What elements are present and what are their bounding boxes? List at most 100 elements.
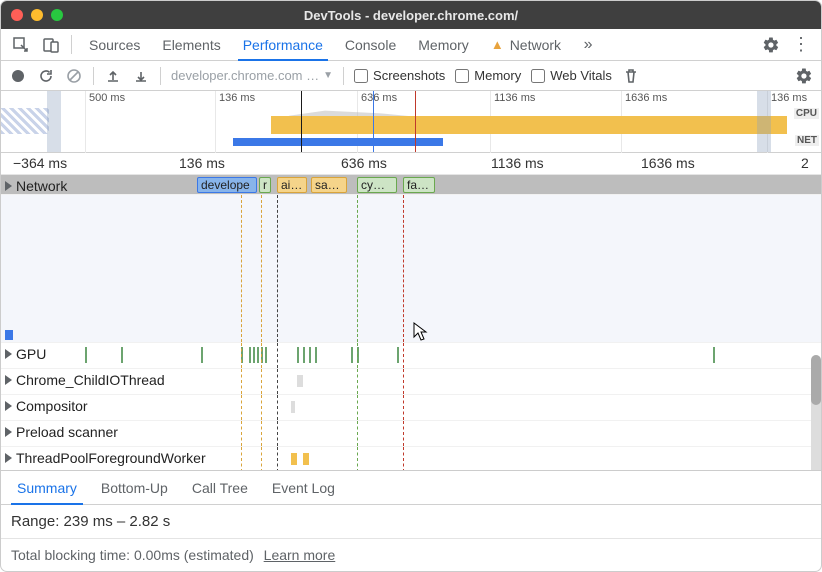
timeline-marker-line (241, 195, 242, 342)
overview-window-handle-right[interactable] (757, 91, 771, 152)
thread-track[interactable]: Preload scanner (1, 421, 821, 447)
screenshots-checkbox-input[interactable] (354, 69, 368, 83)
window-titlebar: DevTools - developer.chrome.com/ (1, 1, 821, 29)
kebab-menu-icon[interactable]: ⋮ (787, 29, 815, 60)
activity-sliver (265, 347, 267, 363)
inspect-element-icon[interactable] (7, 29, 35, 60)
network-track-header[interactable]: Network (5, 178, 67, 194)
timeline-overview[interactable]: 500 ms136 ms636 ms1136 ms1636 ms136 ms C… (1, 91, 821, 153)
expand-icon (5, 349, 12, 359)
activity-bar (297, 375, 303, 387)
overview-ruler: 500 ms136 ms636 ms1136 ms1636 ms136 ms (1, 91, 821, 107)
timeline-marker-line (357, 195, 358, 342)
overview-tick: 136 ms (771, 92, 807, 104)
frame-sliver (5, 330, 13, 340)
details-tab-bottom-up[interactable]: Bottom-Up (89, 471, 180, 504)
tab-performance[interactable]: Performance (232, 29, 334, 60)
thread-track-header[interactable]: Compositor (5, 398, 88, 414)
expand-icon (5, 427, 12, 437)
thread-track-header[interactable]: Chrome_ChildIOThread (5, 372, 165, 388)
device-toolbar-icon[interactable] (37, 29, 65, 60)
network-request[interactable]: ai… (277, 177, 307, 193)
details-tab-summary[interactable]: Summary (5, 471, 89, 504)
overview-marker (373, 91, 374, 152)
ruler-tick: −364 ms (13, 155, 67, 171)
overview-marker (301, 91, 302, 152)
activity-sliver (713, 347, 715, 363)
learn-more-link[interactable]: Learn more (264, 547, 336, 563)
tab-label: Network (510, 37, 561, 53)
scrollbar-thumb[interactable] (811, 355, 821, 405)
thread-track-header[interactable]: GPU (5, 346, 46, 362)
activity-sliver (257, 347, 259, 363)
window-controls (11, 9, 63, 21)
tab-memory[interactable]: Memory (407, 29, 480, 60)
capture-settings-icon[interactable] (795, 67, 813, 85)
minimize-window-button[interactable] (31, 9, 43, 21)
save-profile-icon[interactable] (132, 67, 150, 85)
tab-network[interactable]: ▲Network (480, 29, 572, 60)
details-tabs: SummaryBottom-UpCall TreeEvent Log (1, 471, 821, 505)
flamechart-tracks[interactable]: Network developer ai…sa… cy… fa… GPU Chrome_… (1, 175, 821, 470)
ruler-tick: 636 ms (341, 155, 387, 171)
network-track[interactable]: Network developer ai…sa… cy… fa… (1, 175, 821, 195)
summary-footer: Total blocking time: 0.00ms (estimated) … (1, 538, 821, 571)
overview-net-bar (233, 138, 443, 146)
overview-tick: 1636 ms (625, 92, 667, 104)
overview-tick: 1136 ms (494, 92, 535, 104)
webvitals-checkbox[interactable]: Web Vitals (531, 68, 612, 83)
window-title: DevTools - developer.chrome.com/ (1, 8, 821, 23)
delete-profile-icon[interactable] (622, 67, 640, 85)
thread-track[interactable]: Chrome_ChildIOThread (1, 369, 821, 395)
overview-window-handle-left[interactable] (47, 91, 61, 152)
details-tab-call-tree[interactable]: Call Tree (180, 471, 260, 504)
tab-label: Memory (418, 37, 469, 53)
expand-icon (5, 453, 12, 463)
tab-elements[interactable]: Elements (151, 29, 231, 60)
memory-checkbox-input[interactable] (455, 69, 469, 83)
dropdown-caret-icon: ▼ (323, 70, 333, 81)
thread-track[interactable]: GPU (1, 343, 821, 369)
network-request[interactable]: r (259, 177, 271, 193)
network-request[interactable]: sa… (311, 177, 347, 193)
zoom-window-button[interactable] (51, 9, 63, 21)
network-request[interactable]: fa… (403, 177, 435, 193)
more-tabs-icon[interactable]: » (574, 29, 602, 60)
settings-icon[interactable] (757, 29, 785, 60)
clear-button[interactable] (65, 67, 83, 85)
overview-marker (415, 91, 416, 152)
network-request[interactable]: develope (197, 177, 257, 193)
overview-net-lane: NET (1, 135, 821, 149)
record-button[interactable] (9, 67, 27, 85)
overview-tick: 136 ms (219, 92, 255, 104)
memory-checkbox[interactable]: Memory (455, 68, 521, 83)
close-window-button[interactable] (11, 9, 23, 21)
thread-track[interactable]: ThreadPoolForegroundWorker (1, 447, 821, 470)
thread-track-header[interactable]: ThreadPoolForegroundWorker (5, 450, 206, 466)
profile-selector[interactable]: developer.chrome.com … ▼ (171, 68, 333, 83)
activity-sliver (303, 347, 305, 363)
activity-sliver (85, 347, 87, 363)
separator (343, 67, 344, 85)
activity-sliver (315, 347, 317, 363)
thread-label: ThreadPoolForegroundWorker (16, 450, 206, 466)
screenshots-checkbox[interactable]: Screenshots (354, 68, 445, 83)
reload-record-button[interactable] (37, 67, 55, 85)
network-request[interactable]: cy… (357, 177, 397, 193)
webvitals-checkbox-input[interactable] (531, 69, 545, 83)
details-tab-event-log[interactable]: Event Log (260, 471, 347, 504)
thread-label: Chrome_ChildIOThread (16, 372, 165, 388)
tab-console[interactable]: Console (334, 29, 407, 60)
thread-track-header[interactable]: Preload scanner (5, 424, 118, 440)
thread-label: Compositor (16, 398, 88, 414)
main-area[interactable] (1, 195, 821, 343)
activity-sliver (121, 347, 123, 363)
load-profile-icon[interactable] (104, 67, 122, 85)
flamechart-ruler[interactable]: −364 ms136 ms636 ms1136 ms1636 ms2 (1, 153, 821, 175)
thread-track[interactable]: Compositor (1, 395, 821, 421)
timeline-marker-line (403, 195, 404, 342)
activity-sliver (351, 347, 353, 363)
tab-sources[interactable]: Sources (78, 29, 151, 60)
activity-sliver (297, 347, 299, 363)
activity-sliver (309, 347, 311, 363)
